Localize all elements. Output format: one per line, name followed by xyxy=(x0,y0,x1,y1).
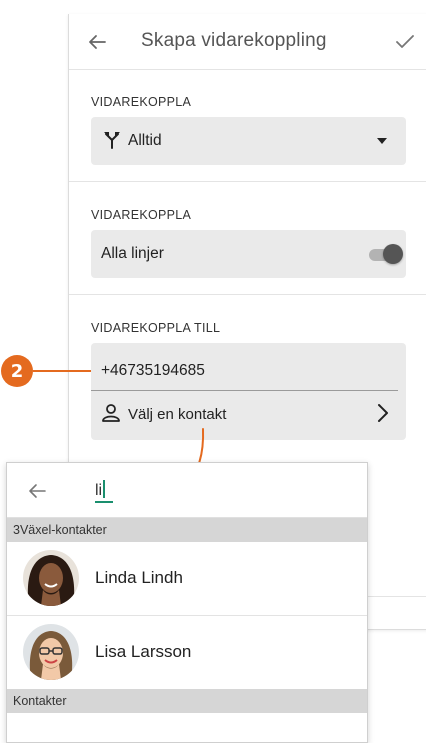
toggle-knob[interactable] xyxy=(383,244,403,264)
search-input[interactable]: li xyxy=(95,480,106,500)
search-back-button[interactable] xyxy=(23,477,51,505)
input-underline xyxy=(91,390,398,391)
arrow-left-icon xyxy=(29,484,46,498)
back-button[interactable] xyxy=(83,28,111,56)
person-icon xyxy=(102,404,120,422)
callout-badge: 2 xyxy=(1,355,33,387)
group-header: 3Växel-kontakter xyxy=(7,518,367,542)
all-lines-label: Alla linjer xyxy=(101,245,164,262)
contact-name: Lisa Larsson xyxy=(95,642,192,661)
forward-type-dropdown[interactable]: Alltid xyxy=(91,117,406,165)
section-divider xyxy=(69,181,426,182)
section-divider xyxy=(69,294,426,295)
choose-contact-button[interactable]: Välj en kontakt xyxy=(128,406,226,423)
group-header: Kontakter xyxy=(7,689,367,713)
search-input-value: li xyxy=(95,482,103,499)
chevron-right-icon[interactable] xyxy=(376,403,390,423)
text-cursor xyxy=(103,480,106,498)
call-split-icon xyxy=(104,132,120,149)
search-input-underline xyxy=(95,501,113,503)
check-icon xyxy=(396,35,414,48)
contact-row[interactable]: Linda Lindh xyxy=(7,542,367,614)
group-header-label: 3Växel-kontakter xyxy=(13,523,107,537)
page-title: Skapa vidarekoppling xyxy=(141,30,327,51)
forward-type-value: Alltid xyxy=(128,132,162,149)
contact-picker-overlay: li 3Växel-kontakter Linda Lindh Lisa Lar… xyxy=(6,462,368,743)
arrow-left-icon xyxy=(89,35,106,49)
phone-number-input[interactable]: +46735194685 xyxy=(101,362,205,380)
search-bar: li xyxy=(7,463,367,518)
contact-name: Linda Lindh xyxy=(95,568,183,587)
confirm-button[interactable] xyxy=(391,28,419,56)
app-bar: Skapa vidarekoppling xyxy=(69,14,426,70)
chevron-down-icon xyxy=(377,138,387,144)
group-header-label: Kontakter xyxy=(13,694,67,708)
forward-type-label: VIDAREKOPPLA xyxy=(91,95,192,109)
contact-row[interactable]: Lisa Larsson xyxy=(7,616,367,688)
forward-lines-label: VIDAREKOPPLA xyxy=(91,208,192,222)
avatar xyxy=(23,550,79,606)
all-lines-row: Alla linjer xyxy=(91,230,406,278)
avatar xyxy=(23,624,79,680)
forward-to-box: +46735194685 Välj en kontakt xyxy=(91,343,406,440)
callout-line xyxy=(33,370,91,372)
forward-to-label: VIDAREKOPPLA TILL xyxy=(91,321,221,335)
